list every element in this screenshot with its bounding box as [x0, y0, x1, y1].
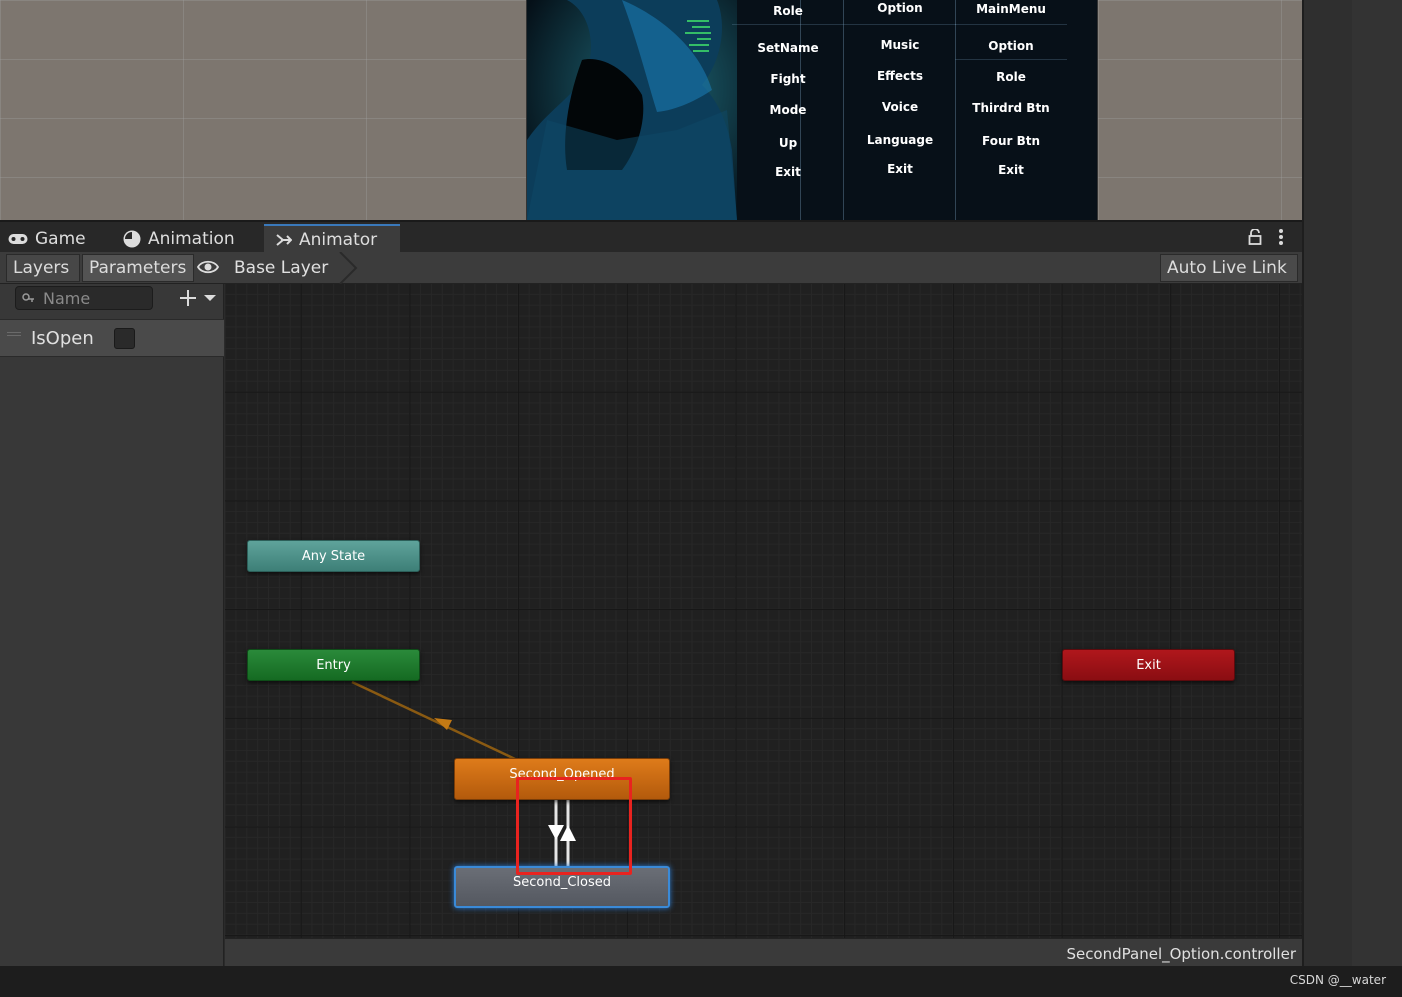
animator-toolbar: Layers Parameters Base Layer Auto Live L…: [0, 251, 1302, 285]
auto-live-link-button[interactable]: Auto Live Link: [1160, 254, 1298, 282]
menu-item-language[interactable]: Language: [844, 133, 956, 147]
parameters-tab-button[interactable]: Parameters: [82, 254, 194, 282]
menu-item-role[interactable]: Role: [955, 70, 1067, 84]
breadcrumb-separator: [338, 251, 358, 288]
menu-item-fight[interactable]: Fight: [732, 72, 844, 86]
menu-item-exit[interactable]: Exit: [732, 165, 844, 179]
option-menu-column: Option Music Effects Voice Language Exit: [844, 0, 956, 220]
mainmenu-column: MainMenu Option Role Thirdrd Btn Four Bt…: [955, 0, 1067, 220]
tab-label: Animator: [299, 230, 378, 250]
menu-item-mode[interactable]: Mode: [732, 103, 844, 117]
menu-item-voice[interactable]: Voice: [844, 100, 956, 114]
animator-icon: [276, 233, 292, 247]
state-node-exit[interactable]: Exit: [1062, 649, 1235, 681]
divider: [844, 24, 956, 25]
animator-state-graph[interactable]: Any State Entry Exit Second_Opened Secon…: [225, 284, 1302, 938]
parameters-panel: Name IsOpen: [0, 284, 224, 966]
menu-item-mainmenu[interactable]: MainMenu: [955, 2, 1067, 16]
menu-item-option[interactable]: Option: [844, 1, 956, 15]
game-preview-panel: Role SetName Fight Mode Up Exit Option M…: [526, 0, 1098, 220]
inspector-panel-edge: [1352, 0, 1402, 966]
tab-animator[interactable]: Animator: [264, 224, 400, 254]
menu-item-setname[interactable]: SetName: [732, 41, 844, 55]
more-options-icon[interactable]: [1278, 228, 1284, 250]
clock-icon: [123, 230, 141, 248]
search-icon: [22, 293, 36, 303]
gamepad-icon: [8, 233, 28, 245]
watermark-text: CSDN @__water: [1289, 973, 1386, 987]
bottom-bar: CSDN @__water: [0, 966, 1402, 997]
tab-label: Animation: [148, 229, 235, 249]
menu-item-effects[interactable]: Effects: [844, 69, 956, 83]
state-node-any-state[interactable]: Any State: [247, 540, 420, 572]
search-placeholder: Name: [43, 288, 91, 308]
breadcrumb-base-layer[interactable]: Base Layer: [224, 252, 348, 284]
menu-item-role[interactable]: Role: [732, 4, 844, 18]
parameter-row[interactable]: IsOpen: [0, 319, 224, 357]
inspector-panel-edge: [1302, 0, 1352, 966]
transition-lines: [351, 680, 576, 866]
parameter-search-input[interactable]: Name: [15, 286, 153, 310]
eye-icon[interactable]: [196, 259, 220, 279]
hooded-figure-image: [527, 0, 737, 220]
divider: [955, 59, 1067, 60]
scene-view[interactable]: Role SetName Fight Mode Up Exit Option M…: [0, 0, 1302, 220]
graph-status-bar: SecondPanel_Option.controller: [225, 938, 1302, 966]
tab-label: Game: [35, 229, 86, 249]
drag-handle-icon[interactable]: [7, 332, 21, 338]
add-parameter-button[interactable]: [178, 288, 218, 312]
controller-filename: SecondPanel_Option.controller: [1066, 945, 1296, 963]
unity-editor-window: Role SetName Fight Mode Up Exit Option M…: [0, 0, 1402, 997]
menu-item-third-btn[interactable]: Thirdrd Btn: [955, 101, 1067, 115]
layers-tab-button[interactable]: Layers: [6, 254, 80, 282]
editor-tab-bar: Game Animation Animator: [0, 220, 1302, 254]
menu-item-option[interactable]: Option: [955, 39, 1067, 53]
parameter-bool-checkbox[interactable]: [114, 328, 135, 349]
main-menu-column: Role SetName Fight Mode Up Exit: [732, 0, 844, 220]
divider: [955, 24, 1067, 25]
lock-icon[interactable]: [1248, 228, 1262, 249]
state-node-entry[interactable]: Entry: [247, 649, 420, 681]
menu-item-exit[interactable]: Exit: [955, 163, 1067, 177]
annotation-highlight-box: [516, 777, 632, 875]
menu-item-up[interactable]: Up: [732, 136, 844, 150]
menu-item-music[interactable]: Music: [844, 38, 956, 52]
menu-item-exit[interactable]: Exit: [844, 162, 956, 176]
menu-item-four-btn[interactable]: Four Btn: [955, 134, 1067, 148]
tab-game[interactable]: Game: [8, 224, 108, 254]
parameter-name[interactable]: IsOpen: [31, 328, 94, 349]
divider: [732, 24, 844, 25]
tab-animation[interactable]: Animation: [123, 224, 259, 254]
entry-default-transition[interactable]: [351, 680, 516, 761]
